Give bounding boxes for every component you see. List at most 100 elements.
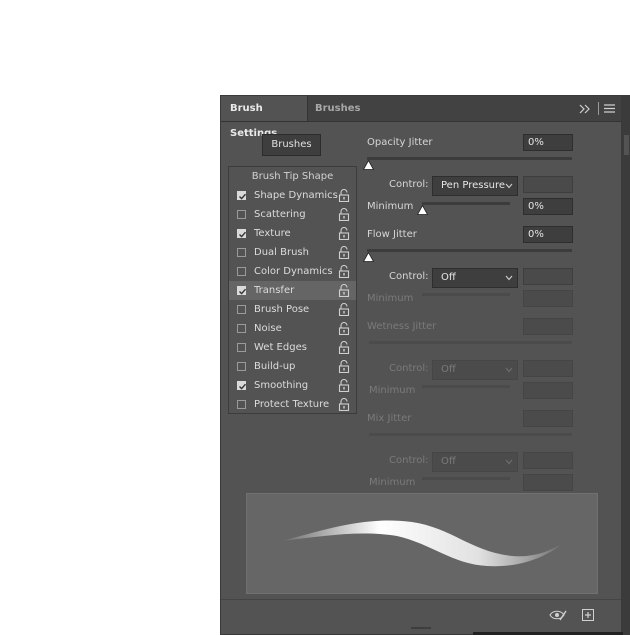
opacity-jitter-slider[interactable] <box>367 157 572 160</box>
wetness-minimum-label: Minimum <box>369 385 416 396</box>
tab-brushes[interactable]: Brushes <box>308 96 360 121</box>
option-row[interactable]: Color Dynamics <box>229 262 356 281</box>
lock-icon[interactable] <box>338 398 350 412</box>
lock-icon[interactable] <box>338 208 350 222</box>
opacity-control-extra-field <box>523 176 573 193</box>
lock-icon[interactable] <box>338 246 350 260</box>
option-checkbox[interactable] <box>237 267 246 276</box>
flow-control-value: Off <box>441 272 456 283</box>
option-row[interactable]: Protect Texture <box>229 395 356 414</box>
slider-thumb-icon[interactable] <box>363 160 374 170</box>
mix-minimum-field <box>523 474 573 491</box>
panel-tab-bar: Brush Settings Brushes <box>221 96 621 139</box>
tab-brush-settings[interactable]: Brush Settings <box>221 96 307 139</box>
flow-jitter-slider[interactable] <box>367 249 572 252</box>
flow-control-label: Control: <box>389 271 429 282</box>
flow-control-select[interactable]: Off <box>432 268 518 288</box>
mix-jitter-field <box>523 410 573 427</box>
wetness-control-label: Control: <box>389 363 429 374</box>
chevron-down-icon <box>505 183 513 189</box>
chevron-down-icon <box>505 367 513 373</box>
lock-icon[interactable] <box>338 284 350 298</box>
checkbox-check-icon <box>239 288 247 295</box>
tab-bar-separator <box>598 102 599 115</box>
opacity-control-label: Control: <box>389 179 429 190</box>
option-checkbox[interactable] <box>237 305 246 314</box>
wetness-control-value: Off <box>441 364 456 375</box>
mix-jitter-slider <box>369 433 572 436</box>
option-row[interactable]: Dual Brush <box>229 243 356 262</box>
option-checkbox[interactable] <box>237 191 247 200</box>
edge-notch <box>624 135 629 155</box>
wetness-minimum-slider <box>422 385 510 388</box>
wetness-jitter-slider <box>369 341 572 344</box>
brush-settings-panel: Brush Settings Brushes Brushes Brush Tip… <box>220 95 622 635</box>
option-checkbox[interactable] <box>237 210 246 219</box>
mix-control-label: Control: <box>389 455 429 466</box>
option-row[interactable]: Scattering <box>229 205 356 224</box>
brush-tip-shape-item[interactable]: Brush Tip Shape <box>229 167 356 186</box>
panel-menu-icon[interactable] <box>604 103 615 114</box>
lock-icon[interactable] <box>338 227 350 241</box>
lock-icon[interactable] <box>338 303 350 317</box>
brush-stroke-preview <box>246 493 598 594</box>
mix-control-value: Off <box>441 456 456 467</box>
wetness-control-select: Off <box>432 360 518 380</box>
opacity-control-value: Pen Pressure <box>441 180 506 191</box>
option-label: Color Dynamics <box>254 266 333 277</box>
opacity-minimum-field[interactable]: 0% <box>523 198 573 215</box>
option-checkbox[interactable] <box>237 381 247 390</box>
option-row[interactable]: Transfer <box>229 281 356 300</box>
opacity-control-select[interactable]: Pen Pressure <box>432 176 518 196</box>
mix-control-extra-field <box>523 452 573 469</box>
checkbox-check-icon <box>239 193 247 200</box>
lock-icon[interactable] <box>338 265 350 279</box>
option-checkbox[interactable] <box>237 248 246 257</box>
slider-thumb-icon[interactable] <box>417 205 428 215</box>
lock-icon[interactable] <box>338 322 350 336</box>
lock-icon[interactable] <box>338 189 350 203</box>
option-label: Build-up <box>254 361 296 372</box>
option-row[interactable]: Brush Pose <box>229 300 356 319</box>
option-label: Brush Pose <box>254 304 310 315</box>
option-row[interactable]: Noise <box>229 319 356 338</box>
option-checkbox[interactable] <box>237 324 246 333</box>
collapse-icon[interactable] <box>579 103 591 115</box>
flow-control-extra-field <box>523 268 573 285</box>
option-row[interactable]: Wet Edges <box>229 338 356 357</box>
option-label: Dual Brush <box>254 247 309 258</box>
opacity-minimum-slider[interactable] <box>422 202 510 205</box>
option-label: Transfer <box>254 285 295 296</box>
option-checkbox[interactable] <box>237 343 246 352</box>
brush-options-list: Brush Tip Shape Shape Dynamics Scattering… <box>228 166 357 414</box>
brushes-button[interactable]: Brushes <box>262 134 321 156</box>
toggle-preview-icon[interactable] <box>549 609 567 621</box>
option-label: Smoothing <box>254 380 309 391</box>
option-row[interactable]: Texture <box>229 224 356 243</box>
flow-jitter-field[interactable]: 0% <box>523 226 573 243</box>
option-checkbox[interactable] <box>237 229 247 238</box>
option-row[interactable]: Build-up <box>229 357 356 376</box>
wetness-control-extra-field <box>523 360 573 377</box>
lock-icon[interactable] <box>338 360 350 374</box>
new-preset-icon[interactable] <box>582 609 594 621</box>
opacity-jitter-field[interactable]: 0% <box>523 134 573 151</box>
option-checkbox[interactable] <box>237 362 246 371</box>
option-checkbox[interactable] <box>237 286 247 295</box>
option-row[interactable]: Smoothing <box>229 376 356 395</box>
lock-icon[interactable] <box>338 341 350 355</box>
option-label: Protect Texture <box>254 399 330 410</box>
resize-grip[interactable] <box>411 627 431 629</box>
flow-minimum-label: Minimum <box>367 293 414 304</box>
chevron-down-icon <box>505 459 513 465</box>
lock-icon[interactable] <box>338 379 350 393</box>
option-checkbox[interactable] <box>237 400 246 409</box>
option-label: Scattering <box>254 209 306 220</box>
option-label: Texture <box>254 228 291 239</box>
flow-minimum-slider <box>422 293 510 296</box>
wetness-minimum-field <box>523 382 573 399</box>
opacity-jitter-label: Opacity Jitter <box>367 137 433 148</box>
option-row[interactable]: Shape Dynamics <box>229 186 356 205</box>
slider-thumb-icon[interactable] <box>363 252 374 262</box>
mix-jitter-label: Mix Jitter <box>367 413 412 424</box>
